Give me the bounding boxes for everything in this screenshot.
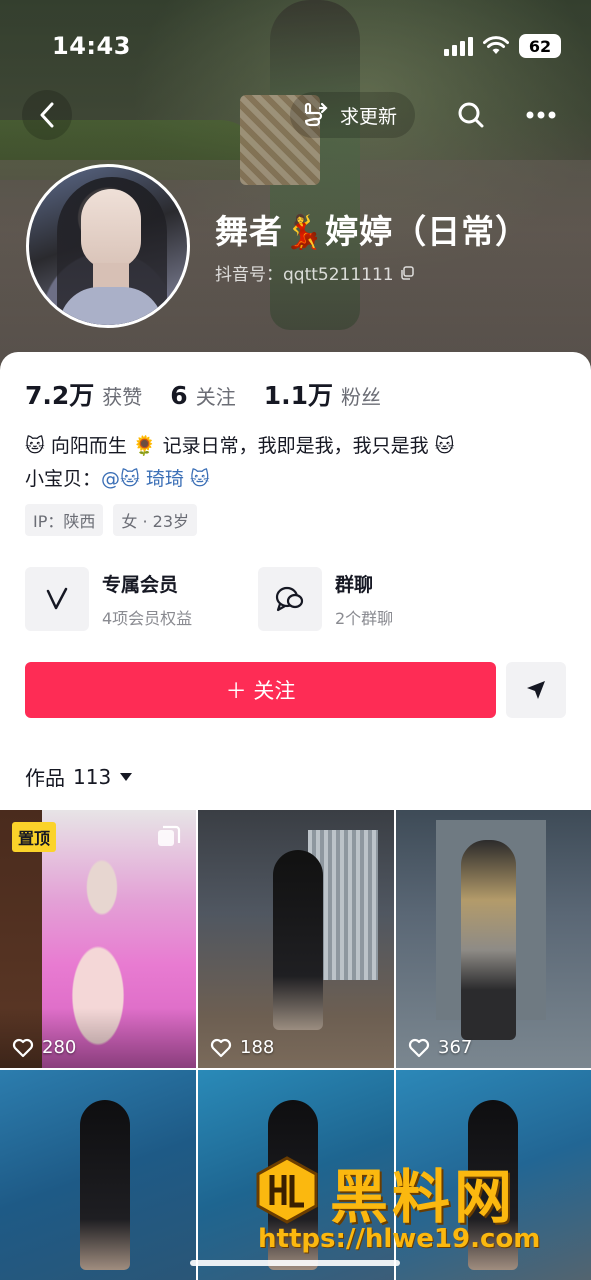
feature-row: 专属会员 4项会员权益 群聊 2个群聊 [25, 566, 570, 632]
profile-card: 7.2万 获赞 6 关注 1.1万 粉丝 🐱 向阳而生 🌻 记录日常，我即是我，… [0, 352, 591, 812]
avatar[interactable] [26, 164, 190, 328]
request-update-button[interactable]: 求更新 [290, 92, 416, 138]
stats-row: 7.2万 获赞 6 关注 1.1万 粉丝 [25, 376, 381, 412]
request-update-label: 求更新 [340, 105, 398, 128]
vip-v-icon [46, 587, 68, 610]
chat-bubbles-icon [275, 586, 304, 612]
profile-bio: 🐱 向阳而生 🌻 记录日常，我即是我，我只是我 🐱 小宝贝：@🐱 琦琦 🐱 [25, 430, 570, 496]
stat-label: 获赞 [102, 385, 143, 409]
heart-icon [12, 1038, 34, 1057]
copy-icon [400, 265, 414, 280]
stat-likes[interactable]: 7.2万 获赞 [25, 376, 142, 412]
feature-subtitle: 2个群聊 [335, 608, 394, 628]
feature-title: 群聊 [335, 573, 374, 596]
back-button[interactable] [22, 90, 72, 140]
douyin-id-text: 抖音号：qqtt5211111 [215, 265, 394, 285]
gender-age-tag: 女 · 23岁 [113, 504, 197, 536]
send-arrow-icon [527, 681, 545, 699]
top-nav: 求更新 [0, 82, 591, 146]
battery-icon: 62 [519, 34, 561, 58]
exclusive-membership-entry[interactable]: 专属会员 4项会员权益 [25, 566, 192, 632]
video-thumbnail[interactable]: 367 [396, 810, 591, 1068]
status-time: 14:43 [52, 32, 131, 60]
works-count: 113 [73, 764, 112, 789]
video-thumbnail[interactable]: 置顶 280 [0, 810, 196, 1068]
more-button[interactable] [518, 90, 564, 140]
cellular-signal-icon [444, 36, 473, 56]
wifi-icon [483, 36, 509, 54]
home-indicator [190, 1260, 400, 1266]
heart-icon [408, 1038, 430, 1057]
stat-label: 粉丝 [341, 385, 381, 409]
like-count: 188 [210, 1037, 274, 1058]
watermark: 黑料网 https://hlwe19.com [252, 1150, 582, 1260]
hand-pointer-icon [304, 102, 328, 127]
follow-button[interactable]: ＋ 关注 [25, 662, 496, 718]
like-count-value: 280 [42, 1037, 77, 1058]
works-label: 作品 [25, 766, 65, 790]
watermark-url: https://hlwe19.com [258, 1224, 541, 1254]
multi-image-icon [158, 825, 181, 846]
bio-prefix: 小宝贝： [25, 468, 102, 490]
video-thumbnail[interactable]: 188 [198, 810, 394, 1068]
pinned-badge: 置顶 [12, 822, 57, 852]
chevron-left-icon [40, 102, 54, 128]
like-count-value: 367 [438, 1037, 473, 1058]
feature-subtitle: 4项会员权益 [102, 608, 193, 628]
profile-nickname: 舞者💃婷婷（日常） [215, 212, 530, 251]
watermark-logo-icon [256, 1156, 318, 1224]
works-tab[interactable]: 作品 113 [25, 762, 133, 791]
search-icon [458, 102, 484, 128]
stat-value: 1.1万 [263, 381, 333, 410]
group-chat-entry[interactable]: 群聊 2个群聊 [258, 566, 393, 632]
like-count: 280 [12, 1037, 76, 1058]
feature-title: 专属会员 [102, 573, 179, 596]
stat-value: 7.2万 [25, 381, 95, 410]
bio-line-1: 🐱 向阳而生 🌻 记录日常，我即是我，我只是我 🐱 [25, 435, 455, 457]
video-thumbnail[interactable] [0, 1070, 196, 1280]
search-button[interactable] [448, 90, 494, 140]
bio-line-2: 小宝贝：@🐱 琦琦 🐱 [25, 463, 570, 496]
status-bar: 14:43 62 [0, 0, 591, 90]
stat-label: 关注 [195, 385, 236, 409]
bio-mention-link[interactable]: @🐱 琦琦 🐱 [101, 468, 210, 490]
stat-value: 6 [170, 381, 188, 410]
douyin-id[interactable]: 抖音号：qqtt5211111 [215, 260, 414, 285]
profile-tags: IP：陕西 女 · 23岁 [25, 504, 197, 536]
heart-icon [210, 1038, 232, 1057]
more-dots-icon [526, 111, 556, 119]
follow-label: ＋ 关注 [225, 679, 296, 703]
caret-down-icon [120, 772, 133, 781]
stat-following[interactable]: 6 关注 [170, 381, 235, 410]
like-count-value: 188 [240, 1037, 275, 1058]
stat-followers[interactable]: 1.1万 粉丝 [264, 376, 381, 412]
share-button[interactable] [506, 662, 566, 718]
watermark-title: 黑料网 [330, 1163, 517, 1231]
like-count: 367 [408, 1037, 472, 1058]
ip-location-tag: IP：陕西 [25, 504, 104, 536]
